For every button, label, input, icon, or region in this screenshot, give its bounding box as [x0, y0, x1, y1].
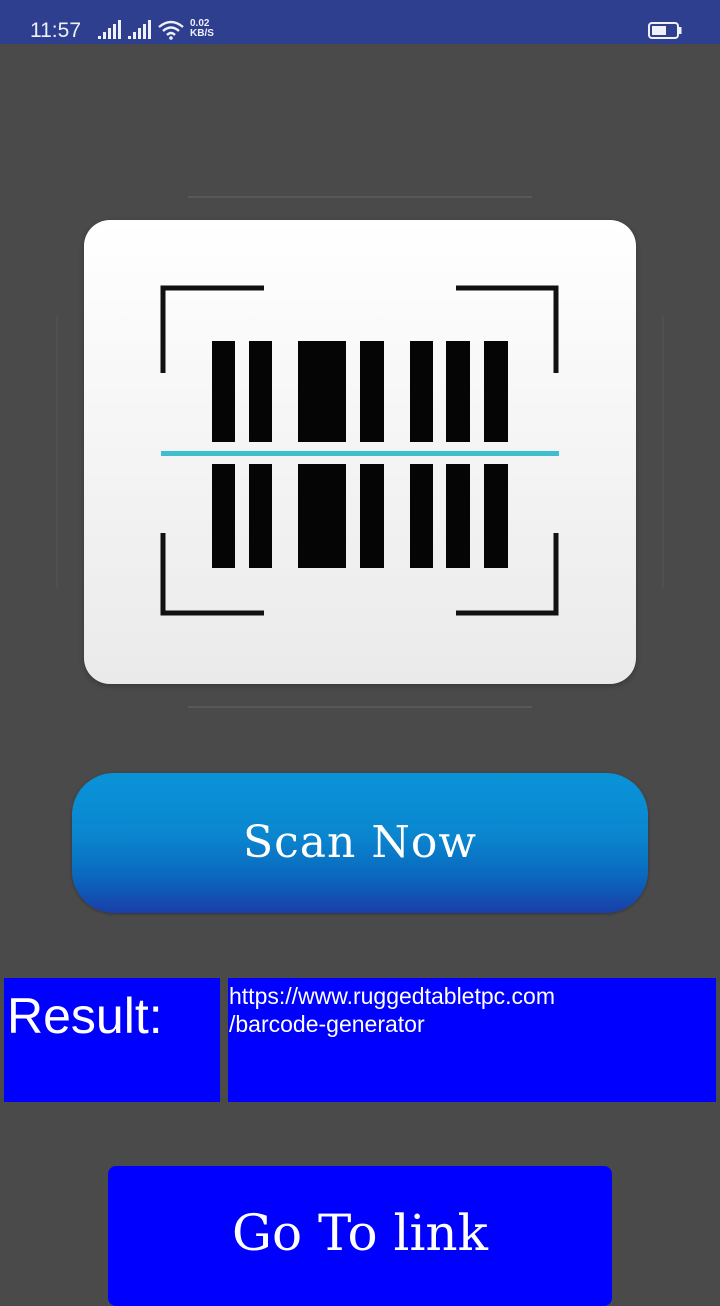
go-to-link-button[interactable]: Go To link — [108, 1166, 612, 1306]
network-speed-unit: KB/S — [190, 28, 214, 39]
result-value-box: https://www.ruggedtabletpc.com /barcode-… — [228, 978, 716, 1102]
signal-icon — [128, 20, 151, 39]
result-label: Result: — [7, 988, 163, 1044]
network-speed: 0.02 KB/S — [190, 19, 224, 39]
status-bar: 11:57 0.02 KB/S — [0, 0, 720, 44]
battery-icon — [648, 22, 682, 39]
signal-icon — [98, 20, 121, 39]
scan-now-button[interactable]: Scan Now — [72, 773, 648, 913]
result-value: https://www.ruggedtabletpc.com /barcode-… — [229, 983, 555, 1037]
result-label-box: Result: — [4, 978, 220, 1102]
wifi-icon — [158, 20, 184, 40]
scanner-card — [84, 220, 636, 684]
status-time: 11:57 — [30, 19, 81, 42]
barcode-scanner-icon — [160, 285, 559, 616]
scan-line — [161, 451, 559, 456]
